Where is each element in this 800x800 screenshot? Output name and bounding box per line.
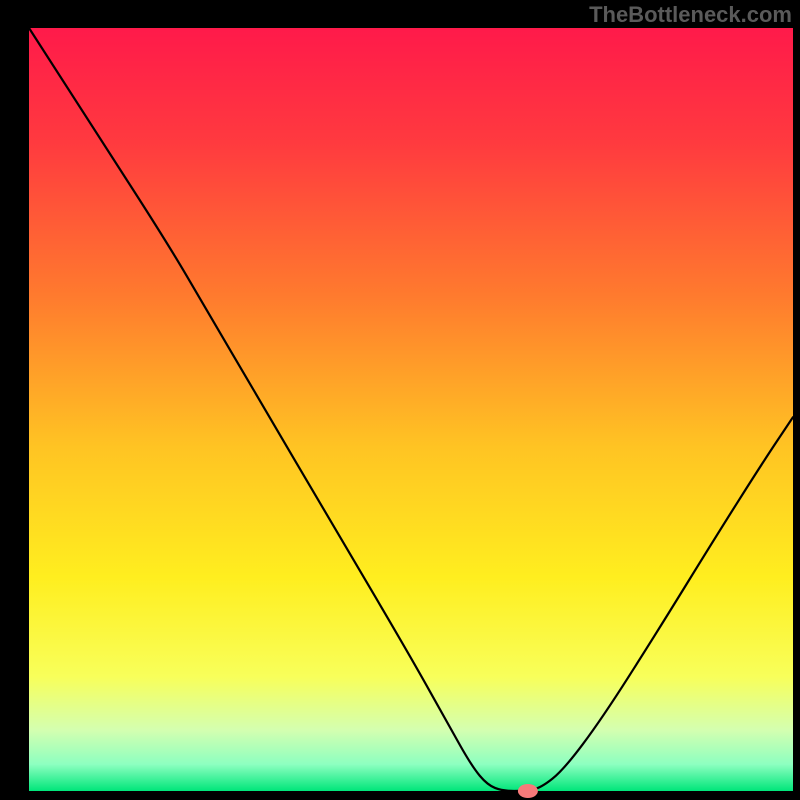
plot-background bbox=[29, 28, 793, 791]
chart-container: TheBottleneck.com bbox=[0, 0, 800, 800]
watermark-label: TheBottleneck.com bbox=[589, 2, 792, 28]
bottleneck-chart bbox=[0, 0, 800, 800]
optimal-marker bbox=[518, 784, 538, 798]
